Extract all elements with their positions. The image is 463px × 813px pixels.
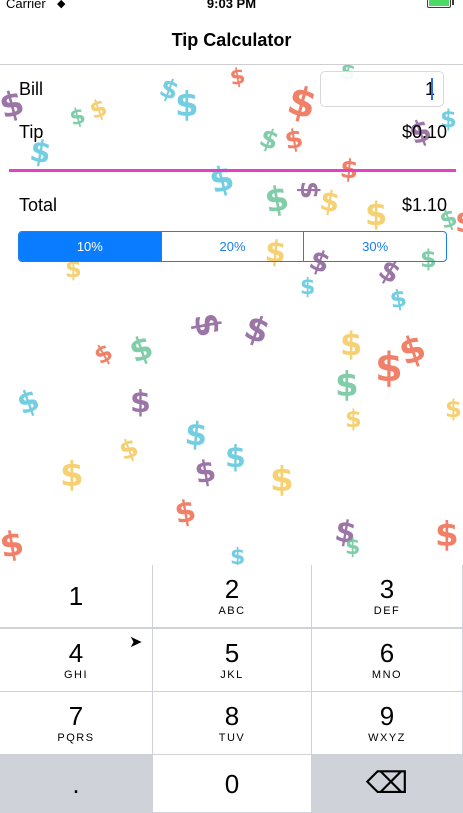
key-six[interactable]: 6 MNO	[312, 629, 463, 692]
key-five[interactable]: 5 JKL	[153, 629, 312, 692]
status-time: 9:03 PM	[206, 0, 257, 11]
key-two[interactable]: 2 ABC	[153, 565, 312, 628]
key-letters: DEF	[373, 605, 401, 617]
tip-amount: $0.10	[401, 122, 447, 142]
tip-label: Tip	[19, 122, 44, 142]
bill-input-value: 1	[424, 78, 435, 99]
key-digit: 2	[224, 574, 240, 604]
key-digit: 5	[224, 638, 240, 668]
key-letters: GHI	[63, 669, 89, 681]
tip-segment-10[interactable]: 10%	[19, 232, 161, 261]
key-three[interactable]: 3 DEF	[312, 565, 463, 628]
key-digit: 3	[379, 574, 395, 604]
key-digit: 7	[68, 701, 84, 731]
key-digit: 9	[379, 701, 395, 731]
numeric-keypad: 1 2 ABC 3 DEF 4 GHI 5 JKL 6 MNO 7 PQRS 8 TUV 9 WXYZ. 0 ⌫	[0, 565, 463, 813]
key-letters: WXYZ	[368, 732, 406, 744]
backspace-icon: ⌫	[365, 767, 409, 800]
key-digit: 8	[224, 701, 240, 731]
battery-icon	[427, 0, 454, 8]
key-delete[interactable]: ⌫	[312, 755, 463, 813]
key-digit: 4	[68, 638, 84, 668]
key-digit: 0	[224, 768, 240, 799]
divider	[9, 169, 456, 172]
status-bar: Carrier ◆ 9:03 PM	[0, 0, 463, 18]
key-digit: 1	[68, 581, 84, 611]
tip-percentage-control: 10% 20% 30%	[18, 231, 447, 262]
mouse-pointer-icon: ➤	[129, 634, 143, 651]
bill-input[interactable]: 1	[320, 71, 444, 107]
total-amount: $1.10	[401, 195, 447, 215]
page-title: Tip Calculator	[171, 30, 292, 50]
key-one[interactable]: 1	[0, 565, 153, 628]
key-seven[interactable]: 7 PQRS	[0, 692, 153, 755]
key-digit: .	[72, 768, 80, 799]
key-nine[interactable]: 9 WXYZ	[312, 692, 463, 755]
key-eight[interactable]: 8 TUV	[153, 692, 312, 755]
key-letters: PQRS	[57, 732, 95, 744]
key-letters: ABC	[218, 605, 246, 617]
key-digit: 6	[379, 638, 395, 668]
navigation-bar: Tip Calculator	[0, 18, 463, 65]
key-decimal[interactable]: .	[0, 755, 153, 813]
key-letters: MNO	[371, 669, 403, 681]
tip-segment-30[interactable]: 30%	[303, 232, 446, 261]
key-zero[interactable]: 0	[153, 755, 312, 813]
key-letters: TUV	[218, 732, 246, 744]
total-label: Total	[19, 195, 58, 215]
bill-label: Bill	[19, 79, 44, 99]
tip-form: Bill 1 Tip $0.10 Total $1.10 10% 20% 30%	[0, 65, 463, 565]
text-cursor	[431, 78, 433, 100]
key-letters: JKL	[220, 669, 244, 681]
tip-segment-20[interactable]: 20%	[160, 232, 304, 261]
